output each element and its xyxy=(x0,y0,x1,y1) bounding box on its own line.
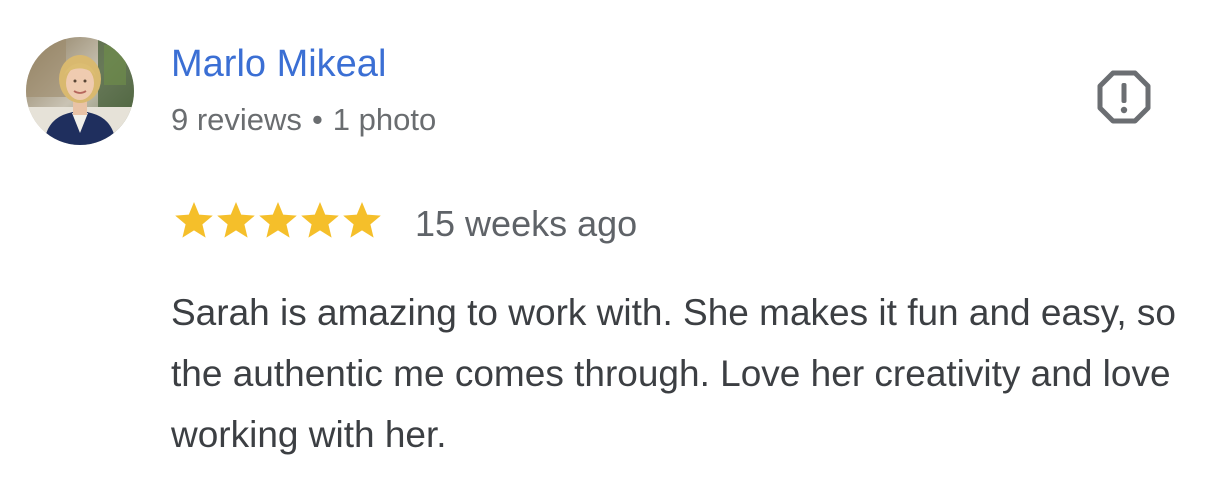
star-icon xyxy=(215,200,257,240)
reviewer-avatar[interactable] xyxy=(26,37,134,145)
meta-separator: • xyxy=(311,102,323,137)
review-text: Sarah is amazing to work with. She makes… xyxy=(171,292,1176,455)
review-date: 15 weeks ago xyxy=(415,203,638,244)
reviews-count: 9 reviews xyxy=(171,102,302,137)
report-flag-icon xyxy=(1097,70,1151,124)
star-icon xyxy=(257,200,299,240)
star-icon xyxy=(173,200,215,240)
review-card: Marlo Mikeal 9 reviews • 1 photo 15 weeks … xyxy=(0,0,1210,493)
star-rating xyxy=(173,200,383,240)
reviewer-stats: 9 reviews • 1 photo xyxy=(171,100,436,140)
star-icon xyxy=(299,200,341,240)
reviewer-name-link[interactable]: Marlo Mikeal xyxy=(171,40,386,88)
star-icon xyxy=(341,200,383,240)
photos-count: 1 photo xyxy=(332,102,437,137)
report-review-button[interactable] xyxy=(1095,68,1153,126)
avatar-photo xyxy=(26,37,134,145)
